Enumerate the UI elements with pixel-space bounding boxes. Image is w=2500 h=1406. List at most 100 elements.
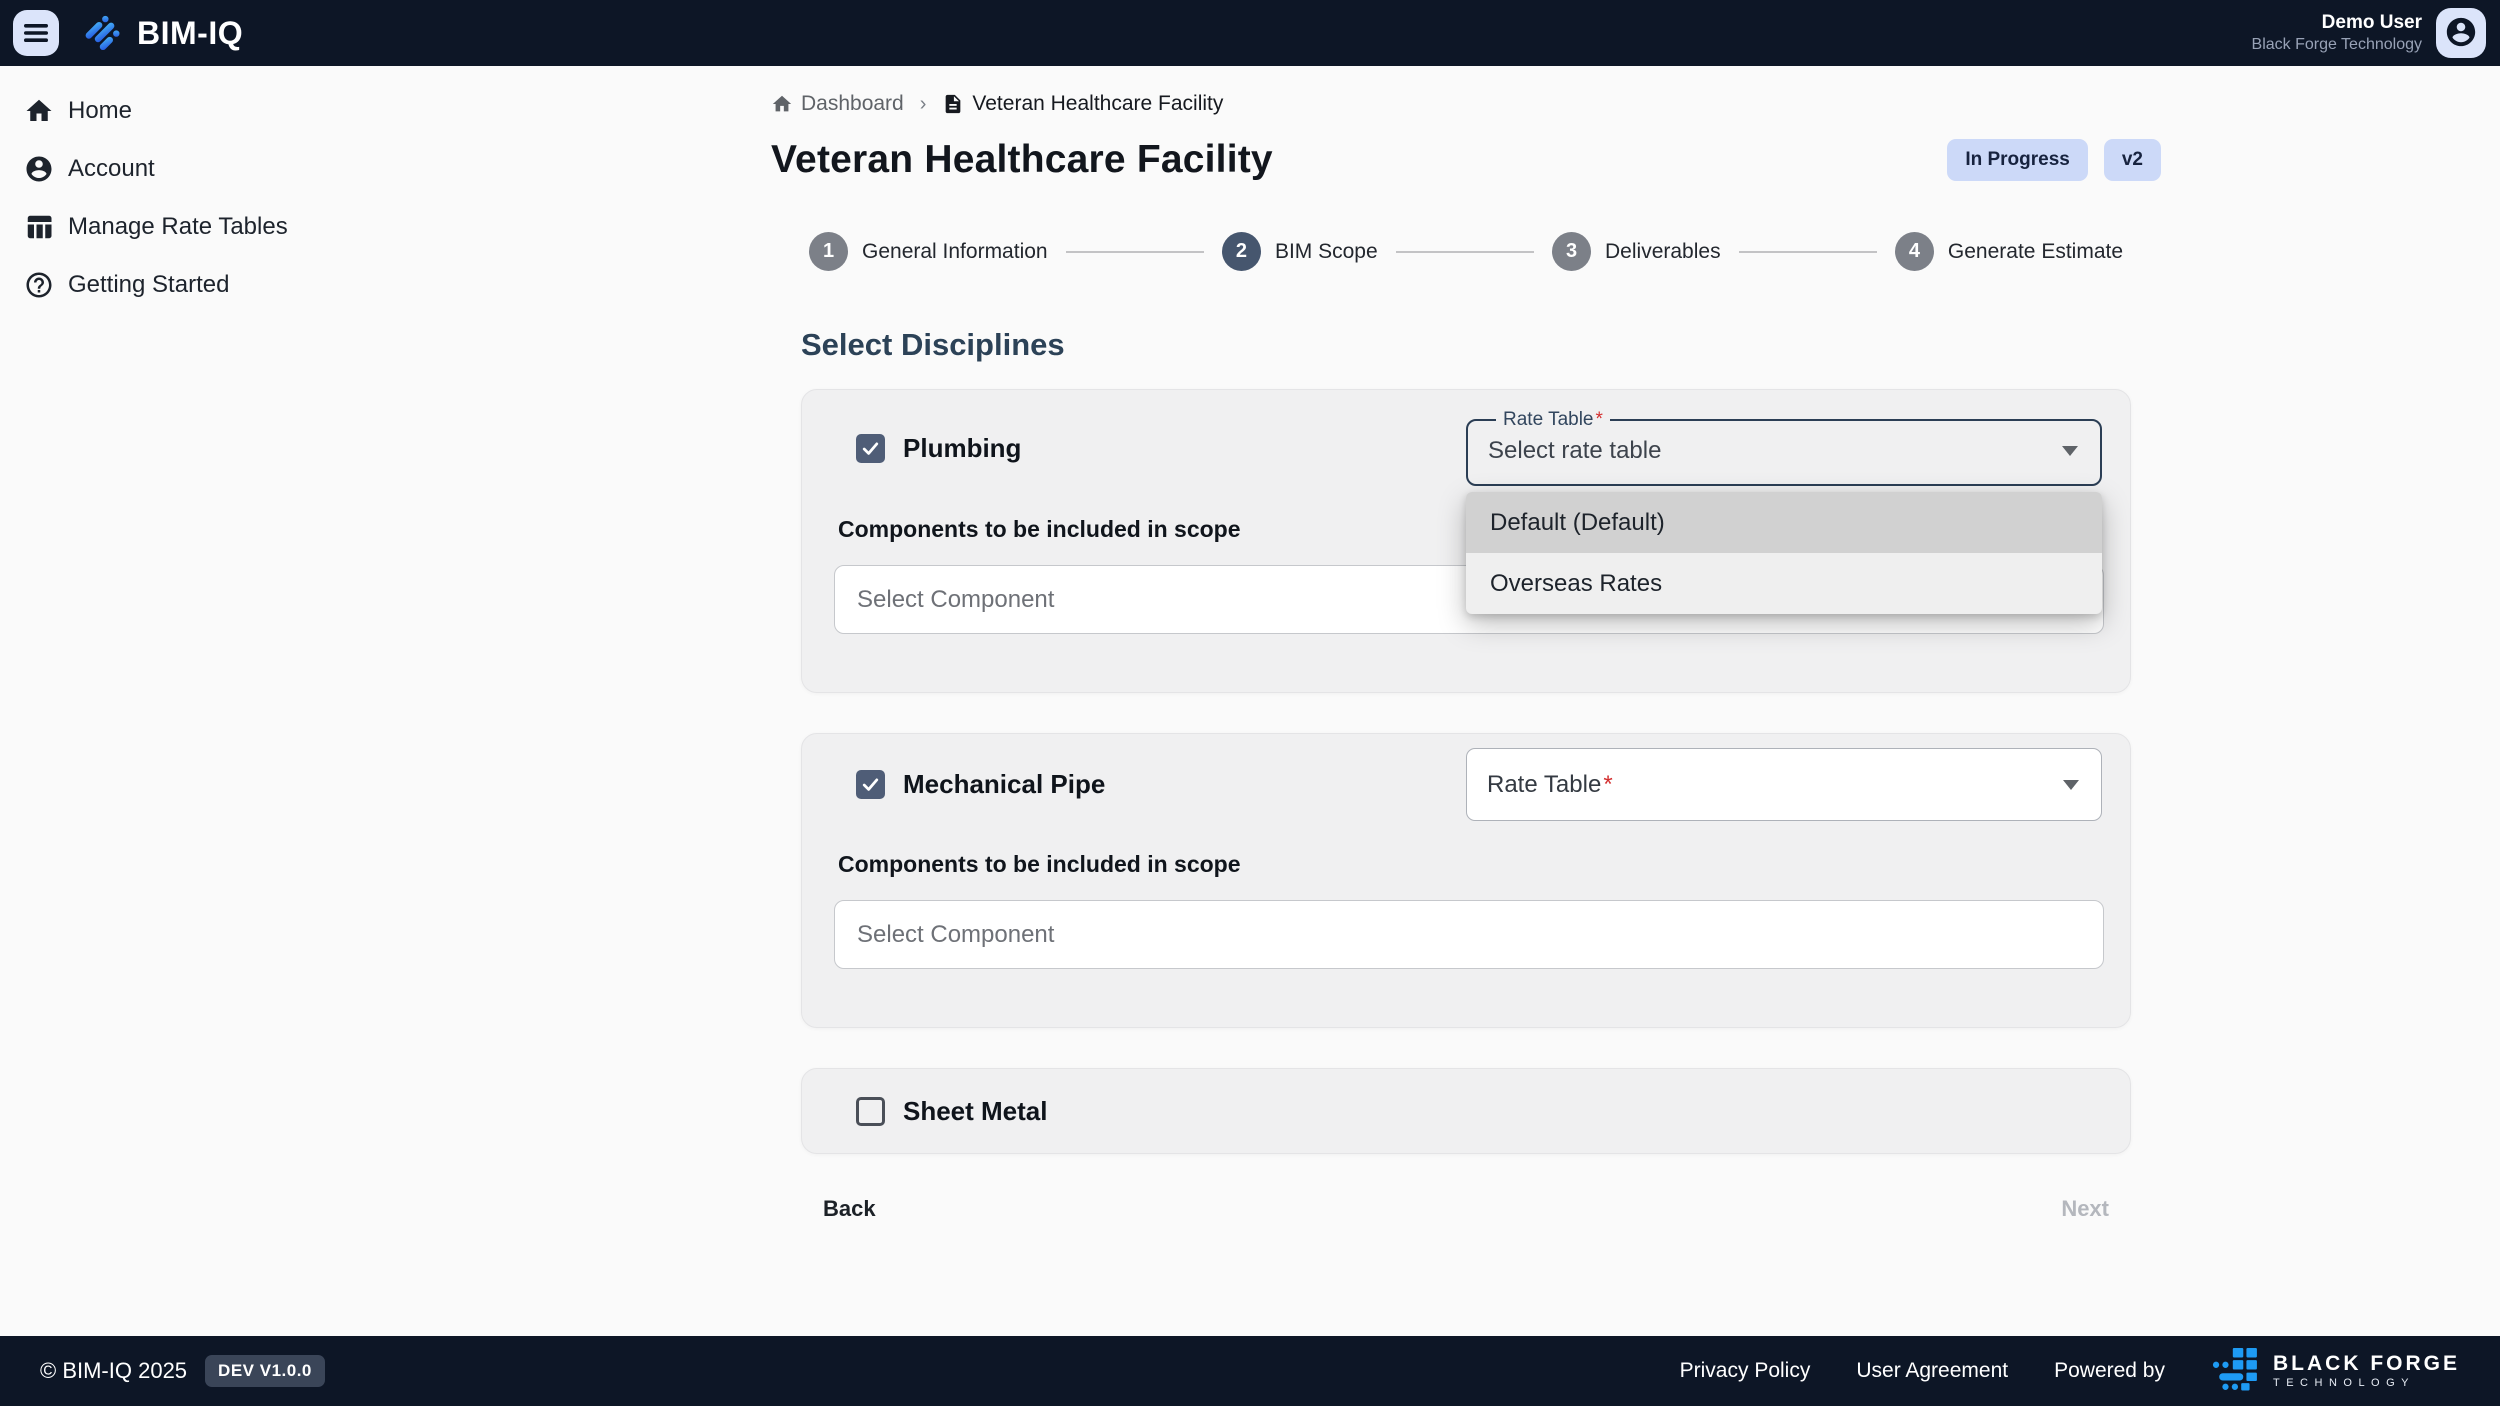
check-group: Plumbing [832, 433, 1021, 464]
select-placeholder: Select rate table [1488, 437, 1661, 465]
topbar-right: Demo User Black Forge Technology [2252, 8, 2486, 58]
sidebar-item-home[interactable]: Home [0, 82, 433, 140]
title-row: Veteran Healthcare Facility In Progress … [771, 138, 2161, 182]
step-connector [1396, 251, 1534, 253]
badges: In Progress v2 [1947, 139, 2161, 181]
sheet-metal-checkbox[interactable] [856, 1097, 885, 1126]
black-forge-icon [2211, 1347, 2263, 1396]
copyright: © BIM-IQ 2025 [40, 1358, 187, 1384]
page-title: Veteran Healthcare Facility [771, 138, 1273, 182]
home-icon [771, 93, 793, 115]
step-connector [1066, 251, 1204, 253]
dropdown-arrow-icon [2063, 780, 2079, 790]
rate-table-select-wrap: Rate Table* Select rate table Default (D… [1466, 410, 2102, 486]
breadcrumb: Dashboard › Veteran Healthcare Facility [771, 92, 2161, 116]
topbar-left: BIM-IQ [13, 10, 243, 56]
discipline-card-mechanical-pipe: Mechanical Pipe Rate Table* Components t… [801, 733, 2131, 1028]
step-number: 4 [1895, 232, 1934, 271]
app-root: BIM-IQ Demo User Black Forge Technology … [0, 0, 2500, 1406]
footer-left: © BIM-IQ 2025 DEV V1.0.0 [40, 1355, 325, 1387]
menu-item-overseas-rates[interactable]: Overseas Rates [1466, 553, 2102, 614]
components-label: Components to be included in scope [838, 851, 2102, 878]
card-top-row: Plumbing Rate Table* Select rate table [832, 410, 2102, 486]
step-general-information[interactable]: 1 General Information [809, 232, 1048, 271]
step-deliverables[interactable]: 3 Deliverables [1552, 232, 1721, 271]
user-company: Black Forge Technology [2252, 35, 2422, 55]
footer-right: Privacy Policy User Agreement Powered by… [1680, 1347, 2460, 1396]
sidebar-item-getting-started[interactable]: Getting Started [0, 256, 433, 314]
step-connector [1739, 251, 1877, 253]
black-forge-wordmark: BLACK FORGE TECHNOLOGY [2273, 1353, 2460, 1389]
discipline-card-plumbing: Plumbing Rate Table* Select rate table [801, 389, 2131, 693]
check-icon [860, 438, 881, 459]
rate-table-select-plumbing[interactable]: Rate Table* Select rate table [1466, 410, 2102, 486]
step-label: Deliverables [1605, 240, 1721, 264]
sidebar-item-label: Home [68, 97, 132, 125]
mechanical-pipe-checkbox[interactable] [856, 770, 885, 799]
breadcrumb-current: Veteran Healthcare Facility [942, 92, 1223, 116]
check-group: Sheet Metal [832, 1096, 1048, 1127]
black-forge-logo[interactable]: BLACK FORGE TECHNOLOGY [2211, 1347, 2460, 1396]
sidebar-item-manage-rate-tables[interactable]: Manage Rate Tables [0, 198, 433, 256]
help-icon [24, 270, 54, 300]
plumbing-checkbox[interactable] [856, 434, 885, 463]
status-badge: In Progress [1947, 139, 2088, 181]
main-content: Dashboard › Veteran Healthcare Facility … [771, 66, 2161, 1336]
next-button[interactable]: Next [2061, 1196, 2109, 1222]
user-avatar-button[interactable] [2436, 8, 2486, 58]
step-label: BIM Scope [1275, 240, 1378, 264]
discipline-name: Plumbing [903, 433, 1021, 464]
rate-table-menu: Default (Default) Overseas Rates [1466, 492, 2102, 614]
menu-button[interactable] [13, 10, 59, 56]
check-icon [860, 774, 881, 795]
back-button[interactable]: Back [823, 1196, 876, 1222]
breadcrumb-label: Dashboard [801, 92, 904, 116]
app-title: BIM-IQ [137, 15, 243, 52]
version-chip: DEV V1.0.0 [205, 1355, 325, 1387]
shell: Home Account Manage Rate Tables Getting … [0, 66, 2500, 1336]
breadcrumb-dashboard[interactable]: Dashboard [771, 92, 904, 116]
discipline-name: Mechanical Pipe [903, 769, 1105, 800]
step-number: 2 [1222, 232, 1261, 271]
powered-by-label: Powered by [2054, 1359, 2165, 1383]
person-icon [2444, 15, 2478, 52]
bimiq-logo-icon [81, 11, 125, 55]
user-block: Demo User Black Forge Technology [2252, 11, 2422, 55]
discipline-cards: Plumbing Rate Table* Select rate table [771, 389, 2161, 1154]
breadcrumb-separator: › [920, 93, 927, 116]
footer: © BIM-IQ 2025 DEV V1.0.0 Privacy Policy … [0, 1336, 2500, 1406]
sidebar-item-label: Getting Started [68, 271, 229, 299]
version-badge: v2 [2104, 139, 2161, 181]
user-agreement-link[interactable]: User Agreement [1856, 1359, 2008, 1383]
privacy-policy-link[interactable]: Privacy Policy [1680, 1359, 1811, 1383]
rate-table-label: Rate Table* [1496, 410, 1610, 429]
discipline-name: Sheet Metal [903, 1096, 1048, 1127]
discipline-card-sheet-metal: Sheet Metal [801, 1068, 2131, 1154]
menu-item-default[interactable]: Default (Default) [1466, 492, 2102, 553]
select-inner: Select rate table [1488, 430, 2080, 472]
table-icon [24, 212, 54, 242]
stepper: 1 General Information 2 BIM Scope 3 Deli… [771, 232, 2161, 271]
home-icon [24, 96, 54, 126]
sidebar: Home Account Manage Rate Tables Getting … [0, 66, 433, 1336]
card-top-row: Mechanical Pipe Rate Table* [832, 748, 2102, 821]
account-icon [24, 154, 54, 184]
step-number: 3 [1552, 232, 1591, 271]
wizard-actions: Back Next [771, 1196, 2161, 1222]
document-icon [942, 93, 964, 115]
sidebar-item-label: Account [68, 155, 155, 183]
section-heading: Select Disciplines [801, 327, 2161, 363]
step-label: Generate Estimate [1948, 240, 2123, 264]
hamburger-icon [23, 22, 49, 44]
sidebar-item-account[interactable]: Account [0, 140, 433, 198]
dropdown-arrow-icon [2062, 446, 2078, 456]
breadcrumb-label: Veteran Healthcare Facility [972, 92, 1223, 116]
step-number: 1 [809, 232, 848, 271]
check-group: Mechanical Pipe [832, 769, 1105, 800]
user-name: Demo User [2252, 11, 2422, 35]
step-bim-scope[interactable]: 2 BIM Scope [1222, 232, 1378, 271]
step-label: General Information [862, 240, 1048, 264]
rate-table-select-mechanical-pipe[interactable]: Rate Table* [1466, 748, 2102, 821]
step-generate-estimate[interactable]: 4 Generate Estimate [1895, 232, 2123, 271]
component-select-input-mechanical-pipe[interactable] [834, 900, 2104, 969]
